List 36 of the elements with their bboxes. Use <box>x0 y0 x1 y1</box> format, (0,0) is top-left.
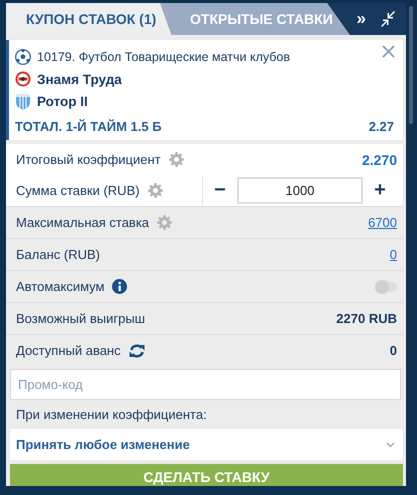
odds-change-dropdown[interactable]: Принять любое изменение <box>10 429 403 460</box>
market-label: ТОТАЛ. 1-Й ТАЙМ 1.5 Б <box>15 119 162 134</box>
row-label: Автомаксимум <box>16 279 104 294</box>
row-value: 0 <box>390 343 397 358</box>
value-link[interactable]: 6700 <box>368 215 397 230</box>
gear-icon[interactable] <box>148 183 163 198</box>
value-link[interactable]: 0 <box>390 247 397 262</box>
stake-input[interactable]: 1000 <box>237 177 363 204</box>
row-label: Максимальная ставка <box>16 215 150 230</box>
toggle-switch[interactable] <box>375 282 397 292</box>
tab[interactable]: КУПОН СТАВОК (1) <box>6 3 172 35</box>
event-title: 10179. Футбол Товарищеские матчи клубов <box>37 50 290 64</box>
row-label: Итоговый коэффициент <box>16 152 161 167</box>
decrease-button[interactable]: − <box>203 175 237 206</box>
row-value: 2.270 <box>362 152 397 168</box>
team-crest-icon <box>15 92 31 110</box>
increase-button[interactable]: + <box>363 175 397 206</box>
row-label: Сумма ставки (RUB) <box>16 183 140 198</box>
chevron-down-icon <box>386 442 395 448</box>
odds-change-label: При изменении коэффициента: <box>15 406 208 424</box>
row-value: 2270 RUB <box>336 311 397 326</box>
refresh-icon[interactable] <box>128 344 145 358</box>
soccer-ball-icon <box>15 49 31 65</box>
promo-code-field[interactable]: Промо-код <box>10 369 401 400</box>
gear-icon[interactable] <box>157 215 172 230</box>
row-label: Доступный аванс <box>16 343 121 358</box>
team-name: Знамя Труда <box>37 72 122 86</box>
collapse-icon[interactable] <box>380 11 396 27</box>
row-label: Баланс (RUB) <box>16 247 100 262</box>
expand-button[interactable]: » <box>356 9 366 29</box>
info-icon[interactable] <box>112 279 128 294</box>
gear-icon[interactable] <box>168 152 184 167</box>
odds-value: 2.27 <box>368 119 394 134</box>
row-label: Возможный выигрыш <box>16 311 146 326</box>
team-crest-icon <box>15 71 31 87</box>
team-name: Ротор II <box>37 94 88 108</box>
